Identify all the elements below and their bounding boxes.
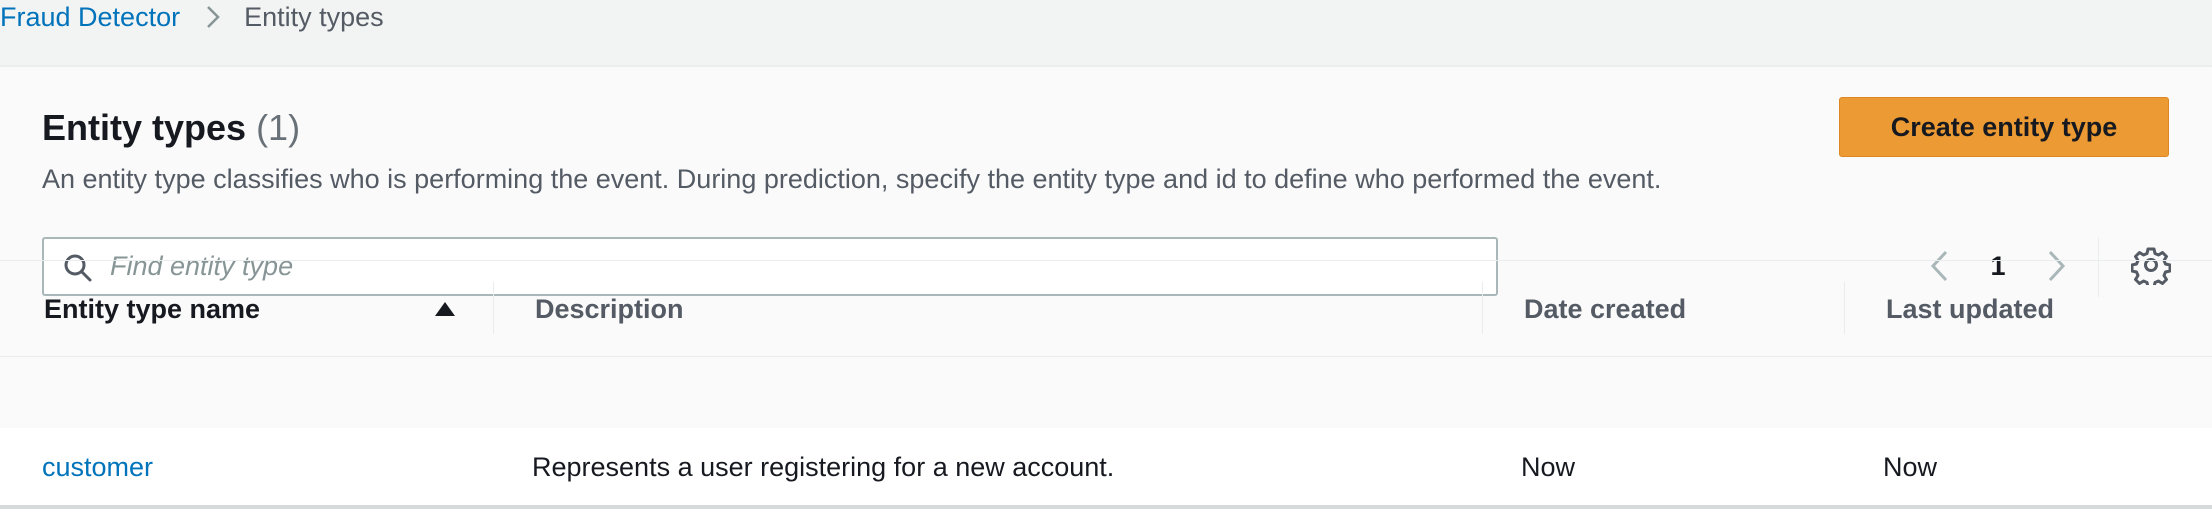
breadcrumb-current: Entity types bbox=[244, 2, 384, 32]
breadcrumb: Fraud Detector Entity types bbox=[0, 0, 384, 34]
page-description: An entity type classifies who is perform… bbox=[42, 164, 1662, 194]
entity-type-date-created: Now bbox=[1521, 452, 1576, 482]
entity-type-last-updated: Now bbox=[1883, 452, 1938, 482]
chevron-right-icon bbox=[206, 5, 220, 29]
column-header-date-created[interactable]: Date created bbox=[1524, 261, 1686, 357]
entity-type-description: Represents a user registering for a new … bbox=[532, 452, 1115, 482]
column-header-entity-type-name[interactable]: Entity type name bbox=[44, 261, 464, 357]
table-bottom-border bbox=[0, 505, 2212, 509]
table-header: Entity type name Description Date create… bbox=[0, 261, 2212, 357]
entity-type-name-link[interactable]: customer bbox=[42, 428, 153, 506]
column-header-description[interactable]: Description bbox=[535, 261, 684, 357]
column-divider[interactable] bbox=[1482, 282, 1483, 334]
breadcrumb-fraud-detector-link[interactable]: Fraud Detector bbox=[0, 0, 180, 34]
entity-count: (1) bbox=[256, 107, 301, 148]
create-entity-type-button[interactable]: Create entity type bbox=[1839, 97, 2169, 157]
column-header-last-updated[interactable]: Last updated bbox=[1886, 261, 2054, 357]
sort-ascending-icon[interactable] bbox=[434, 301, 456, 317]
table-row: customer Represents a user registering f… bbox=[0, 428, 2212, 509]
column-divider[interactable] bbox=[1844, 282, 1845, 334]
page-title-text: Entity types bbox=[42, 107, 247, 148]
column-divider[interactable] bbox=[493, 282, 494, 334]
page-title: Entity types (1) bbox=[42, 105, 300, 151]
